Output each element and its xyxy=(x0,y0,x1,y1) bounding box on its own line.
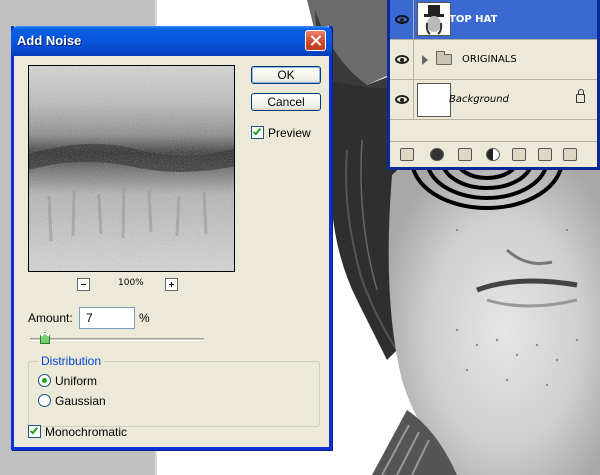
checkmark-icon xyxy=(252,126,262,136)
amount-input[interactable] xyxy=(79,307,135,329)
uniform-radio[interactable] xyxy=(38,374,51,387)
gaussian-radio[interactable] xyxy=(38,394,51,407)
radio-selected-dot xyxy=(42,378,47,383)
visibility-toggle[interactable] xyxy=(390,80,414,120)
layer-name: TOP HAT xyxy=(449,14,498,25)
distribution-title: Distribution xyxy=(38,354,105,368)
eye-icon xyxy=(395,95,409,104)
dialog-title: Add Noise xyxy=(17,33,82,48)
zoom-controls: 100% xyxy=(28,278,235,292)
visibility-toggle[interactable] xyxy=(390,0,414,40)
monochromatic-label: Monochromatic xyxy=(45,425,128,439)
filter-preview[interactable] xyxy=(28,65,235,272)
layer-name: Background xyxy=(449,94,509,105)
ok-button[interactable]: OK xyxy=(251,66,321,84)
layer-mask-icon[interactable] xyxy=(458,148,472,161)
amount-unit: % xyxy=(139,311,150,325)
checkmark-icon xyxy=(29,425,39,435)
layer-style-icon[interactable] xyxy=(430,148,444,161)
amount-label: Amount: xyxy=(28,311,73,325)
amount-slider-track[interactable] xyxy=(30,338,204,341)
folder-icon xyxy=(436,51,452,65)
dialog-titlebar[interactable]: Add Noise xyxy=(11,26,332,56)
new-layer-icon[interactable] xyxy=(538,148,552,161)
link-layers-icon[interactable] xyxy=(400,148,414,161)
uniform-label: Uniform xyxy=(55,374,98,388)
layer-thumbnail xyxy=(417,2,451,36)
new-group-icon[interactable] xyxy=(512,148,526,161)
layers-toolbar xyxy=(390,141,597,167)
layer-row-background[interactable]: Background xyxy=(390,80,597,120)
eye-icon xyxy=(395,15,409,24)
top-hat-thumbnail-icon xyxy=(424,5,444,35)
layer-thumbnail xyxy=(417,83,451,117)
expand-triangle-icon[interactable] xyxy=(422,55,428,65)
cancel-button[interactable]: Cancel xyxy=(251,93,321,111)
layer-row-originals[interactable]: ORIGINALS xyxy=(390,40,597,80)
zoom-level: 100% xyxy=(118,278,144,288)
layer-row-top-hat[interactable]: TOP HAT xyxy=(390,0,597,40)
zoom-in-button[interactable] xyxy=(165,278,178,291)
adjustment-layer-icon[interactable] xyxy=(486,148,500,161)
preview-label: Preview xyxy=(268,126,311,140)
layer-name: ORIGINALS xyxy=(462,54,517,65)
zoom-out-button[interactable] xyxy=(77,278,90,291)
add-noise-dialog: Add Noise 100% OK Cancel Preview Amount:… xyxy=(11,26,332,450)
eye-icon xyxy=(395,55,409,64)
lock-icon xyxy=(576,89,585,103)
close-button[interactable] xyxy=(305,30,326,51)
lips-preview-image xyxy=(29,66,234,271)
visibility-toggle[interactable] xyxy=(390,40,414,80)
trash-icon[interactable] xyxy=(563,148,577,161)
gaussian-label: Gaussian xyxy=(55,394,106,408)
preview-checkbox[interactable] xyxy=(251,126,264,139)
layers-panel: TOP HAT ORIGINALS Background xyxy=(387,0,600,170)
monochromatic-checkbox[interactable] xyxy=(28,425,41,438)
